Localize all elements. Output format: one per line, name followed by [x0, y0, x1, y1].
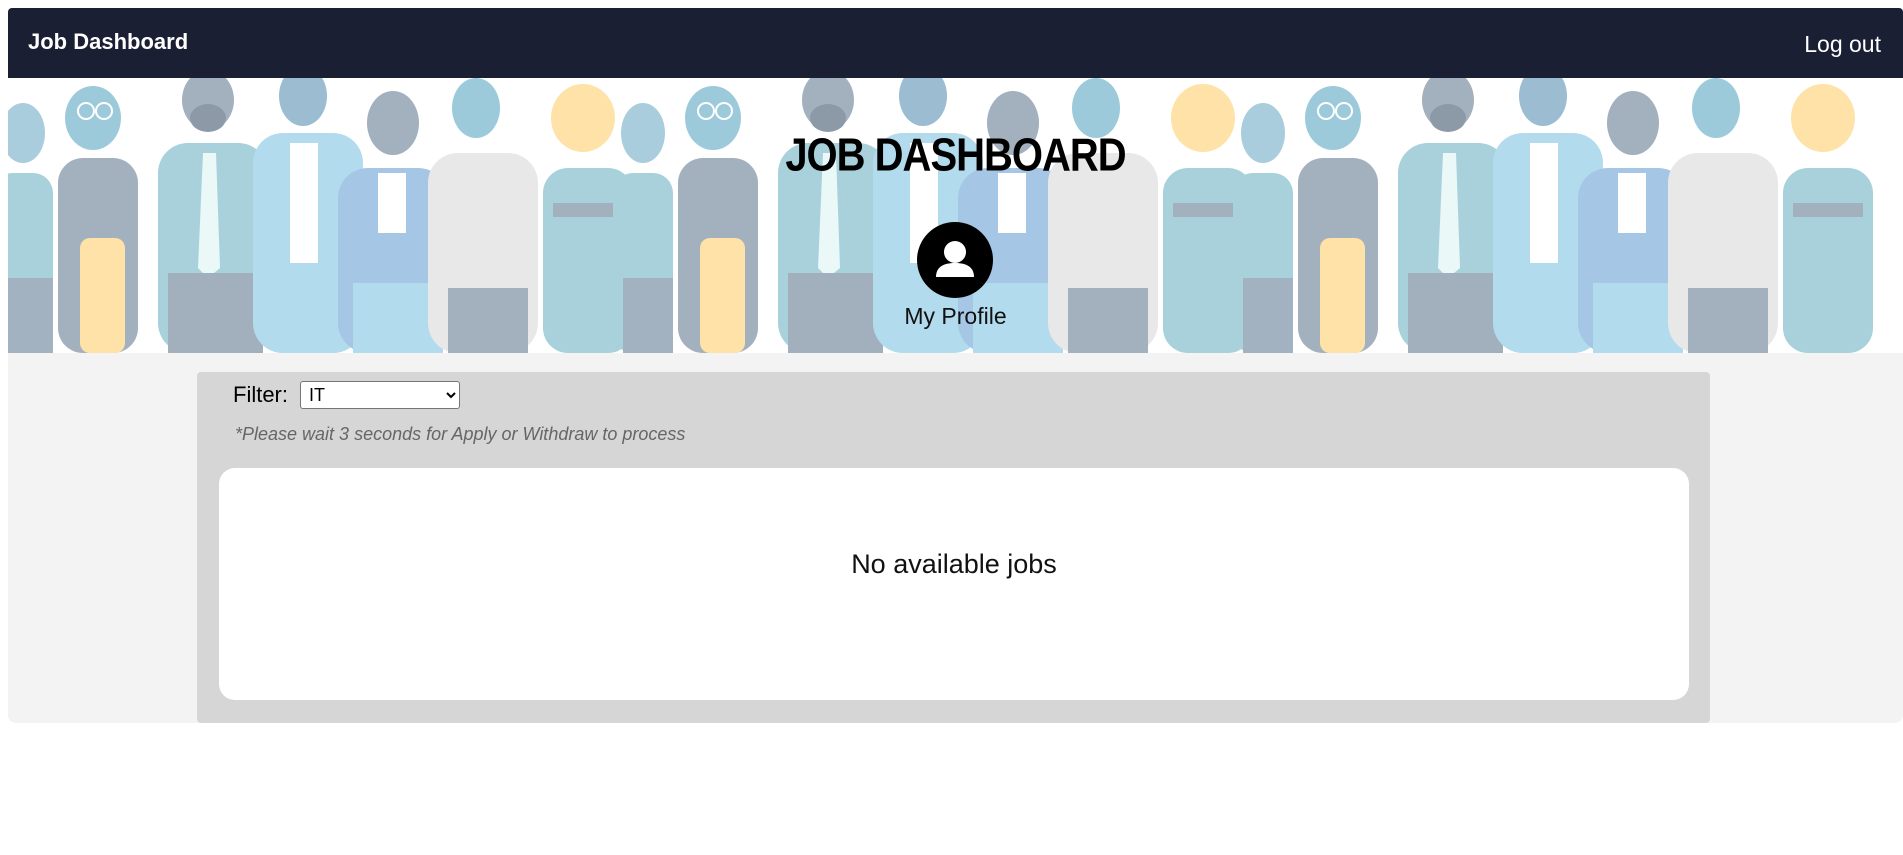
my-profile-link[interactable]: My Profile: [8, 303, 1903, 330]
page-title: JOB DASHBOARD: [785, 130, 1126, 181]
filter-label: Filter:: [233, 382, 288, 407]
page: Job Dashboard Log out JOB DASHBOARD My P…: [0, 0, 1903, 855]
hero-banner: JOB DASHBOARD My Profile: [8, 78, 1903, 353]
filter-select[interactable]: IT: [300, 381, 460, 409]
user-avatar-icon[interactable]: [917, 222, 993, 298]
logout-link[interactable]: Log out: [1804, 31, 1881, 58]
person-icon: [936, 241, 974, 277]
jobs-panel: Filter: IT *Please wait 3 seconds for Ap…: [197, 372, 1710, 723]
brand-link[interactable]: Job Dashboard: [28, 29, 188, 55]
jobs-list: No available jobs: [219, 468, 1689, 700]
empty-jobs-message: No available jobs: [851, 549, 1057, 579]
navbar: Job Dashboard Log out: [8, 8, 1903, 78]
processing-note: *Please wait 3 seconds for Apply or With…: [235, 424, 686, 444]
